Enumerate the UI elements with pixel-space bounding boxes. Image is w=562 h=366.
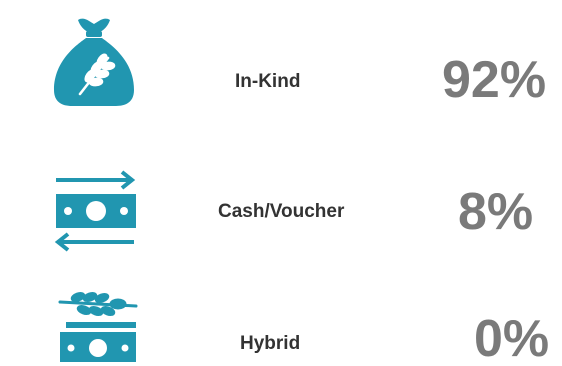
row-percent-in-kind: 92% (442, 51, 547, 109)
hybrid-grain-cash-icon (58, 292, 138, 362)
grain-sack-icon (54, 18, 134, 106)
row-percent-cash-voucher: 8% (458, 183, 534, 241)
row-label-hybrid: Hybrid (240, 333, 301, 354)
row-percent-hybrid: 0% (474, 310, 550, 366)
row-label-cash-voucher: Cash/Voucher (218, 201, 345, 222)
row-label-in-kind: In-Kind (235, 71, 301, 92)
cash-transfer-icon (54, 170, 136, 252)
modality-summary: In-Kind 92% Cash/Voucher 8% Hybrid 0% (0, 0, 562, 366)
